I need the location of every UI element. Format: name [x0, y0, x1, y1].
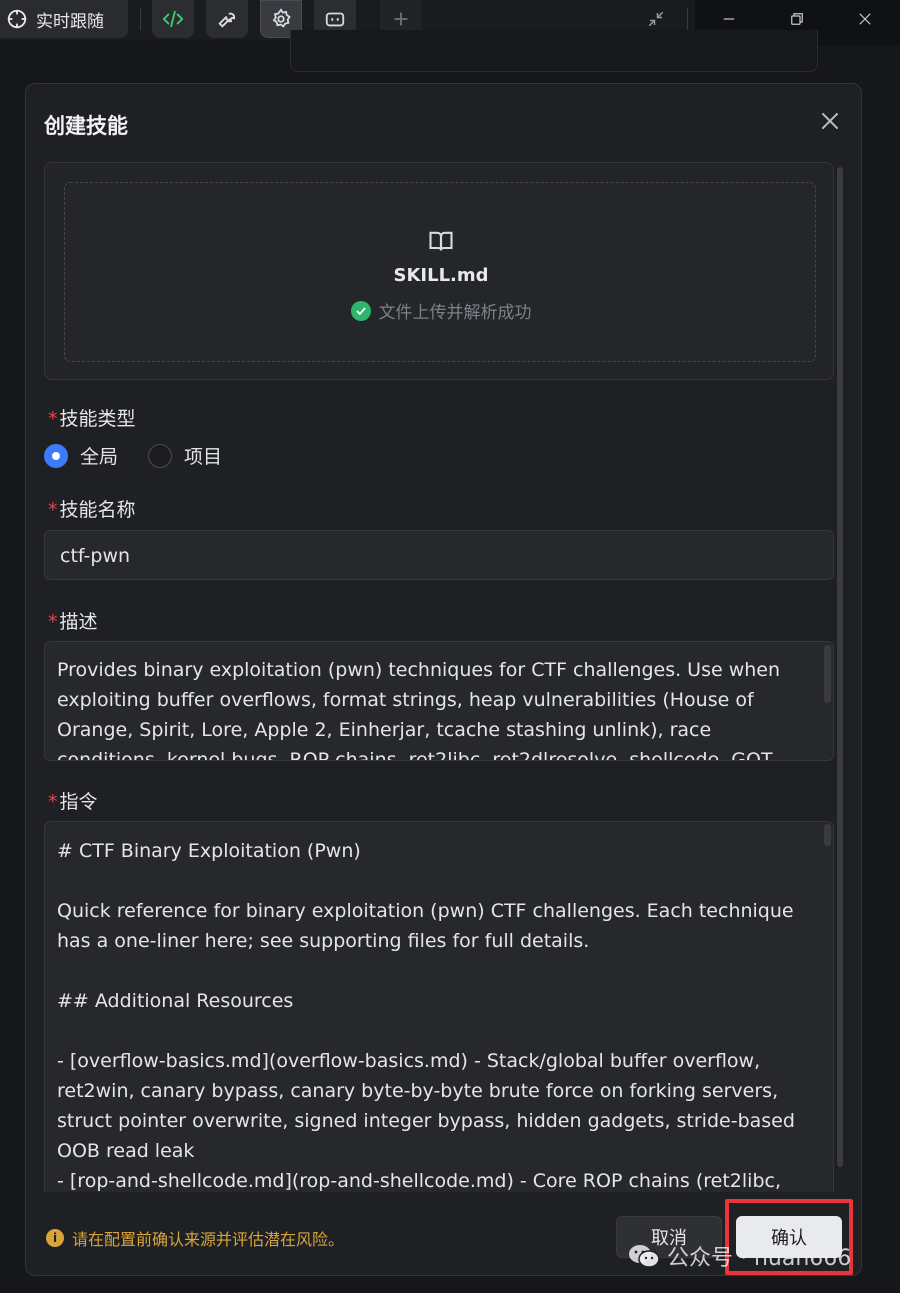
- follow-tab[interactable]: 实时跟随: [0, 0, 128, 38]
- wrench-button[interactable]: [206, 0, 248, 38]
- watermark: 公众号 · huan666: [627, 1240, 851, 1272]
- create-skill-dialog: 创建技能 SKILL.md 文件上传并解析成功 * 技能类型 全局 项目 * 技…: [25, 83, 862, 1276]
- file-name: SKILL.md: [393, 265, 489, 286]
- crosshair-icon: [7, 9, 27, 29]
- instructions-textarea[interactable]: # CTF Binary Exploitation (Pwn) Quick re…: [44, 821, 834, 1192]
- skill-type-label: * 技能类型: [48, 408, 136, 430]
- upload-panel: SKILL.md 文件上传并解析成功: [44, 162, 834, 380]
- upload-status-text: 文件上传并解析成功: [378, 303, 532, 323]
- follow-tab-label: 实时跟随: [36, 11, 104, 32]
- required-mark: *: [48, 499, 58, 521]
- required-mark: *: [48, 611, 58, 633]
- divider: [687, 8, 688, 30]
- close-icon[interactable]: [818, 109, 842, 133]
- dialog-scrollbar[interactable]: [837, 167, 843, 1167]
- skill-type-radio-group: 全局 项目: [44, 442, 252, 469]
- required-mark: *: [48, 791, 58, 813]
- instructions-label: * 指令: [48, 791, 98, 813]
- code-icon: [162, 10, 184, 28]
- instructions-value: # CTF Binary Exploitation (Pwn) Quick re…: [57, 840, 795, 1192]
- window-close-button[interactable]: [831, 0, 899, 38]
- skill-name-value: ctf-pwn: [60, 545, 131, 567]
- close-icon: [859, 13, 871, 25]
- radio-project[interactable]: 项目: [148, 442, 222, 469]
- plus-icon: [394, 12, 408, 26]
- wechat-icon: [629, 1245, 660, 1268]
- description-label: * 描述: [48, 611, 98, 633]
- info-icon: i: [46, 1229, 64, 1247]
- wrench-icon: [218, 12, 236, 28]
- divider: [140, 8, 141, 30]
- risk-warning: i 请在配置前确认来源并评估潜在风险。: [46, 1226, 344, 1250]
- upload-status: 文件上传并解析成功: [65, 298, 817, 323]
- instructions-scrollbar[interactable]: [824, 824, 831, 846]
- upload-dropzone[interactable]: SKILL.md 文件上传并解析成功: [64, 182, 816, 362]
- check-circle-icon: [350, 300, 371, 321]
- dialog-title: 创建技能: [44, 114, 128, 138]
- code-button[interactable]: [152, 0, 194, 38]
- skill-name-label: * 技能名称: [48, 499, 136, 521]
- required-mark: *: [48, 408, 58, 430]
- radio-global[interactable]: 全局: [44, 442, 118, 469]
- risk-warning-text: 请在配置前确认来源并评估潜在风险。: [72, 1230, 345, 1249]
- watermark-text: 公众号 · huan666: [667, 1246, 852, 1271]
- description-value: Provides binary exploitation (pwn) techn…: [57, 659, 781, 761]
- restore-icon: [791, 13, 803, 25]
- collapse-icon: [648, 11, 664, 27]
- background-panel: [290, 30, 818, 72]
- radio-indicator[interactable]: [148, 443, 173, 468]
- radio-indicator-checked[interactable]: [44, 443, 68, 468]
- bot-icon: [325, 12, 345, 27]
- book-icon: [429, 231, 453, 251]
- skill-name-input[interactable]: ctf-pwn: [44, 530, 834, 580]
- gear-icon: [272, 8, 291, 28]
- minimize-icon: [723, 18, 735, 20]
- description-textarea[interactable]: Provides binary exploitation (pwn) techn…: [44, 641, 834, 761]
- radio-project-label: 项目: [184, 446, 223, 468]
- dialog-body: SKILL.md 文件上传并解析成功 * 技能类型 全局 项目 * 技能名称 c…: [44, 162, 836, 1192]
- description-scrollbar[interactable]: [824, 645, 831, 703]
- radio-global-label: 全局: [80, 446, 119, 468]
